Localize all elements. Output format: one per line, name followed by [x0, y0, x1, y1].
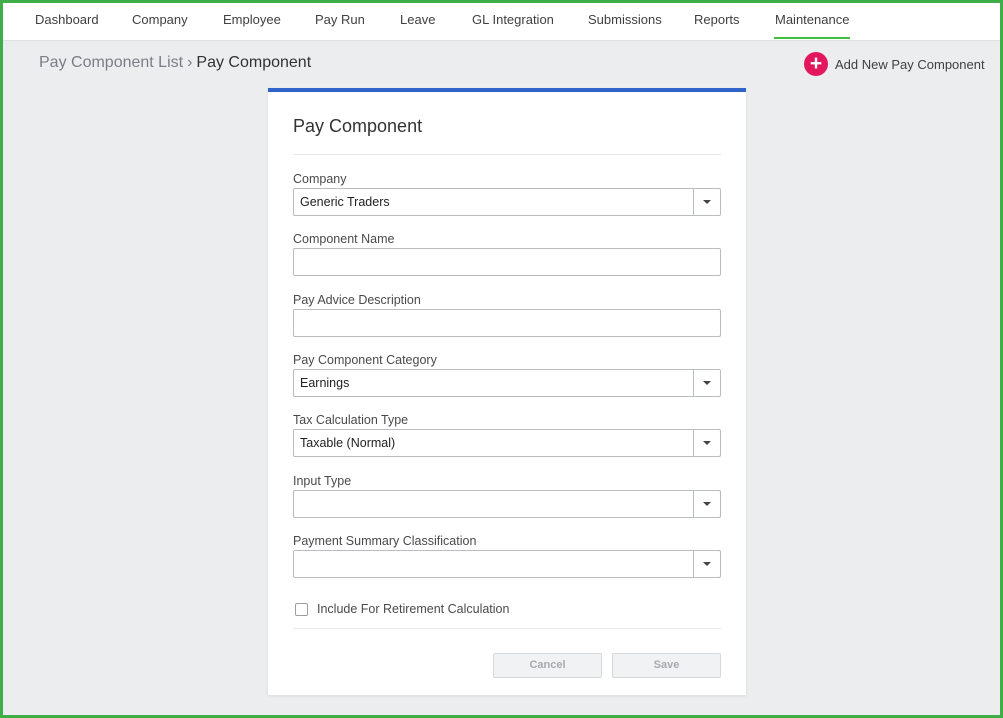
form-title: Pay Component	[293, 116, 423, 136]
nav-company[interactable]: Company	[132, 0, 188, 40]
payment-summary-classification-select[interactable]	[293, 550, 721, 578]
top-navigation: Dashboard Company Employee Pay Run Leave…	[0, 0, 1003, 41]
pay-component-category-select[interactable]: Earnings	[293, 369, 721, 397]
breadcrumb-separator: ›	[187, 54, 193, 71]
component-name-label: Component Name	[293, 232, 395, 246]
nav-employee[interactable]: Employee	[223, 0, 281, 40]
cancel-button[interactable]: Cancel	[493, 653, 602, 678]
footer-divider	[293, 628, 721, 629]
breadcrumb-current: Pay Component	[196, 54, 312, 71]
breadcrumb: Pay Component List › Pay Component	[39, 54, 311, 72]
tax-calculation-type-select[interactable]: Taxable (Normal)	[293, 429, 721, 457]
save-button[interactable]: Save	[612, 653, 721, 678]
nav-maintenance[interactable]: Maintenance	[773, 0, 851, 40]
chevron-down-icon[interactable]	[693, 551, 720, 577]
title-divider	[293, 154, 721, 155]
chevron-down-icon[interactable]	[693, 491, 720, 517]
payment-summary-classification-label: Payment Summary Classification	[293, 534, 477, 548]
retirement-checkbox-row: Include For Retirement Calculation	[295, 602, 509, 616]
add-new-pay-component-label[interactable]: Add New Pay Component	[835, 57, 985, 72]
breadcrumb-parent-link[interactable]: Pay Component List	[39, 54, 183, 71]
tax-calculation-type-label: Tax Calculation Type	[293, 413, 409, 427]
company-label: Company	[293, 172, 347, 186]
nav-dashboard[interactable]: Dashboard	[35, 0, 99, 40]
company-value: Generic Traders	[300, 195, 390, 209]
company-select[interactable]: Generic Traders	[293, 188, 721, 216]
nav-pay-run[interactable]: Pay Run	[315, 0, 365, 40]
add-new-pay-component-button[interactable]: + Add New Pay Component	[804, 52, 985, 76]
chevron-down-icon[interactable]	[693, 430, 720, 456]
pay-advice-description-label: Pay Advice Description	[293, 293, 421, 307]
retirement-checkbox-label[interactable]: Include For Retirement Calculation	[317, 602, 509, 616]
input-type-select[interactable]	[293, 490, 721, 518]
chevron-down-icon[interactable]	[693, 189, 720, 215]
retirement-checkbox[interactable]	[295, 602, 308, 616]
nav-gl-integration[interactable]: GL Integration	[472, 0, 554, 40]
chevron-down-icon[interactable]	[693, 370, 720, 396]
input-type-label: Input Type	[293, 474, 352, 488]
nav-reports[interactable]: Reports	[694, 0, 740, 40]
plus-icon[interactable]: +	[804, 52, 828, 76]
pay-advice-description-input[interactable]	[293, 309, 721, 337]
nav-leave[interactable]: Leave	[400, 0, 435, 40]
component-name-input[interactable]	[293, 248, 721, 276]
tax-calculation-type-value: Taxable (Normal)	[300, 436, 396, 450]
nav-submissions[interactable]: Submissions	[588, 0, 662, 40]
pay-component-form: Pay Component Company Generic Traders Co…	[268, 88, 746, 695]
pay-component-category-value: Earnings	[300, 376, 350, 390]
pay-component-category-label: Pay Component Category	[293, 353, 437, 367]
